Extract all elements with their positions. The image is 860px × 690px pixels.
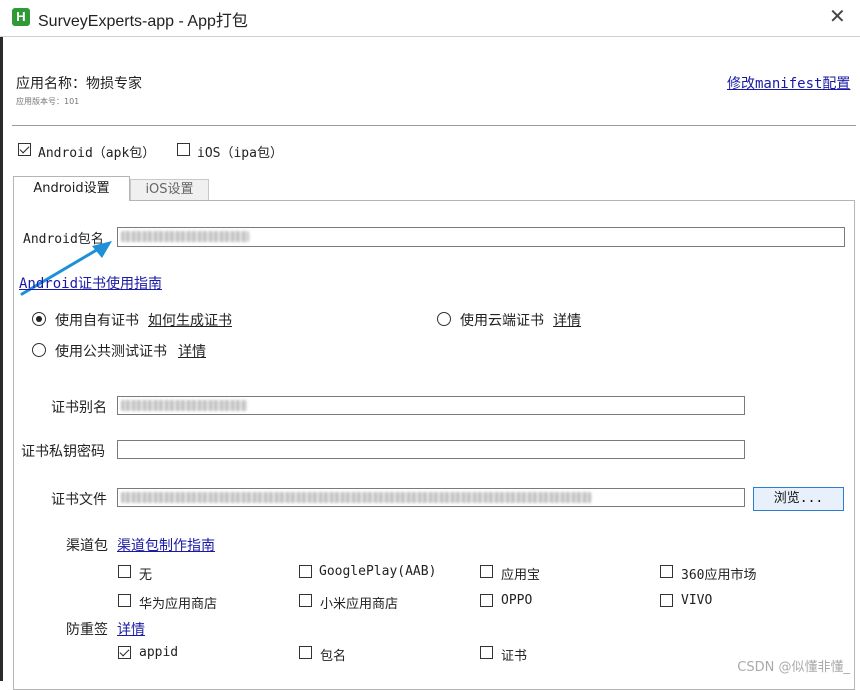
channel-package-label: 渠道包: [66, 538, 108, 554]
antiresign-package-label: 包名: [320, 649, 347, 664]
channel-googleplay-label: GooglePlay(AAB): [319, 564, 437, 579]
channel-xiaomi-checkbox[interactable]: [299, 594, 312, 607]
channel-vivo-label: VIVO: [681, 593, 713, 608]
channel-xiaomi-label: 小米应用商店: [320, 597, 399, 612]
channel-huawei-label: 华为应用商店: [139, 597, 218, 612]
cert-password-input[interactable]: [117, 440, 745, 459]
redacted-cert-alias: [121, 400, 247, 411]
app-name-label: 应用名称：物损专家: [16, 76, 142, 92]
redacted-package-name: [121, 231, 249, 242]
close-icon[interactable]: ✕: [829, 4, 846, 28]
how-to-generate-cert-link[interactable]: 如何生成证书: [148, 310, 232, 330]
csdn-watermark: CSDN @似懂非懂_: [737, 660, 850, 675]
antiresign-cert-checkbox[interactable]: [480, 646, 493, 659]
cloud-cert-radio[interactable]: [437, 312, 451, 326]
public-test-cert-radio[interactable]: [32, 343, 46, 357]
ios-platform-checkbox[interactable]: [177, 143, 190, 156]
ios-platform-label: iOS（ipa包）: [197, 146, 283, 161]
redacted-cert-file-path: [121, 492, 591, 503]
window-title: SurveyExperts-app - App打包: [38, 13, 248, 30]
tab-ios-settings[interactable]: iOS设置: [130, 179, 209, 200]
cloud-cert-details-link[interactable]: 详情: [553, 310, 581, 330]
own-cert-radio[interactable]: [32, 312, 46, 326]
own-cert-label: 使用自有证书: [55, 313, 139, 329]
android-platform-checkbox[interactable]: [18, 143, 31, 156]
tab-android-settings[interactable]: Android设置: [13, 176, 130, 201]
channel-oppo-checkbox[interactable]: [480, 594, 493, 607]
channel-360-checkbox[interactable]: [660, 565, 673, 578]
channel-none-checkbox[interactable]: [118, 565, 131, 578]
channel-vivo-checkbox[interactable]: [660, 594, 673, 607]
cloud-cert-label: 使用云端证书: [460, 313, 544, 329]
package-name-input[interactable]: [117, 227, 845, 247]
divider: [12, 125, 856, 126]
channel-360-label: 360应用市场: [681, 568, 757, 583]
cert-file-label: 证书文件: [51, 492, 107, 508]
channel-yingyongbao-checkbox[interactable]: [480, 565, 493, 578]
channel-package-guide-link[interactable]: 渠道包制作指南: [117, 535, 215, 555]
antiresign-package-checkbox[interactable]: [299, 646, 312, 659]
cert-password-label: 证书私钥密码: [21, 444, 105, 460]
public-test-cert-details-link[interactable]: 详情: [178, 341, 206, 361]
app-version-label: 应用版本号：101: [16, 97, 80, 106]
browse-button[interactable]: 浏览...: [753, 487, 844, 511]
channel-googleplay-checkbox[interactable]: [299, 565, 312, 578]
anti-resign-label: 防重签: [66, 622, 108, 638]
channel-huawei-checkbox[interactable]: [118, 594, 131, 607]
app-icon: H: [12, 8, 30, 26]
cert-alias-label: 证书别名: [51, 400, 107, 416]
antiresign-appid-label: appid: [139, 645, 179, 660]
channel-none-label: 无: [139, 568, 153, 583]
android-platform-label: Android（apk包）: [38, 146, 156, 161]
public-test-cert-label: 使用公共测试证书: [55, 344, 167, 360]
channel-yingyongbao-label: 应用宝: [501, 568, 541, 583]
antiresign-cert-label: 证书: [501, 649, 528, 664]
antiresign-appid-checkbox[interactable]: [118, 646, 131, 659]
cert-file-input[interactable]: [117, 488, 745, 507]
cert-alias-input[interactable]: [117, 396, 745, 415]
anti-resign-details-link[interactable]: 详情: [117, 619, 145, 639]
modify-manifest-link[interactable]: 修改manifest配置: [727, 73, 850, 93]
background-window-edge: [0, 37, 3, 681]
android-cert-guide-link[interactable]: Android证书使用指南: [19, 273, 162, 293]
channel-oppo-label: OPPO: [501, 593, 533, 608]
